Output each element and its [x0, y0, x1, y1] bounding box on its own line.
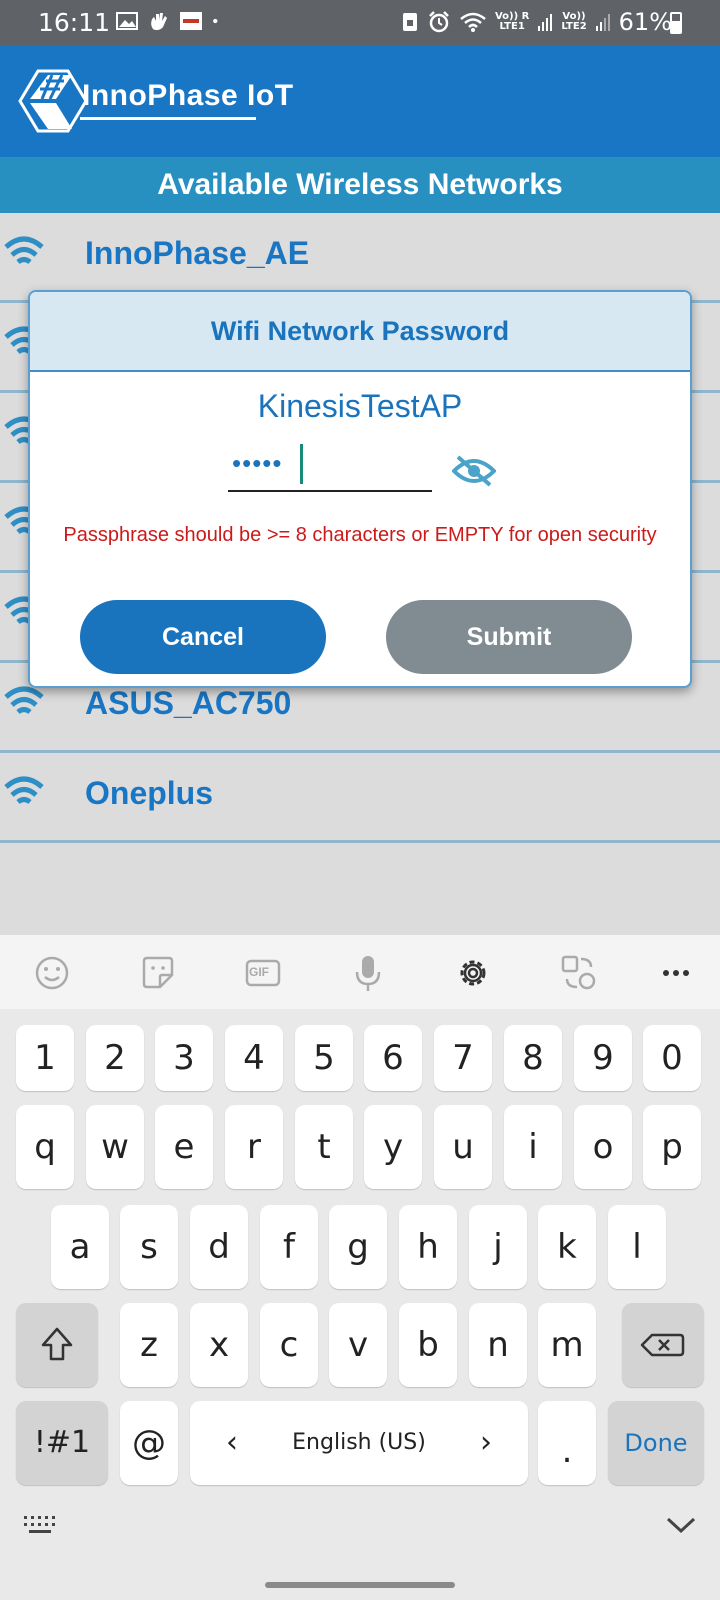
key-w[interactable]: w: [86, 1105, 144, 1189]
password-dialog: Wifi Network Password KinesisTestAP ••••…: [28, 290, 692, 688]
key-r[interactable]: r: [225, 1105, 283, 1189]
app-notification-icon: [180, 12, 202, 30]
at-key[interactable]: @: [120, 1401, 178, 1485]
emoji-icon[interactable]: [32, 953, 72, 993]
dot-icon: [213, 18, 218, 24]
notification-icons: [116, 11, 224, 31]
home-indicator[interactable]: [265, 1582, 455, 1588]
section-title: Available Wireless Networks: [0, 157, 720, 213]
key-v[interactable]: v: [329, 1303, 387, 1387]
key-a[interactable]: a: [51, 1205, 109, 1289]
key-m[interactable]: m: [538, 1303, 596, 1387]
backspace-icon: [640, 1333, 685, 1357]
signal2-icon: [595, 14, 610, 31]
network-name: InnoPhase_AE: [85, 235, 310, 271]
key-o[interactable]: o: [574, 1105, 632, 1189]
settings-icon[interactable]: [453, 953, 493, 993]
keyboard-switch-icon[interactable]: [22, 1513, 58, 1537]
alarm-icon: [429, 11, 449, 33]
key-t[interactable]: t: [295, 1105, 353, 1189]
key-l[interactable]: l: [608, 1205, 666, 1289]
gif-label: GIF: [249, 965, 269, 979]
signal1-icon: [538, 14, 553, 31]
error-message: Passphrase should be >= 8 characters or …: [63, 524, 657, 546]
wifi-status-icon: [460, 12, 486, 32]
done-key[interactable]: Done: [608, 1401, 704, 1485]
space-right-arrow-icon: ›: [480, 1425, 492, 1460]
key-g[interactable]: g: [329, 1205, 387, 1289]
sim1-label: Vo)) R LTE1: [494, 11, 530, 32]
key-c[interactable]: c: [260, 1303, 318, 1387]
keyboard-toolbar: GIF: [0, 935, 720, 1009]
key-j[interactable]: j: [469, 1205, 527, 1289]
system-status-icons: Vo)) R LTE1 Vo)) LTE2 61%: [401, 8, 672, 36]
key-3[interactable]: 3: [155, 1025, 213, 1091]
symbols-key[interactable]: !#1: [16, 1401, 108, 1485]
key-2[interactable]: 2: [86, 1025, 144, 1091]
key-d[interactable]: d: [190, 1205, 248, 1289]
cancel-button[interactable]: Cancel: [80, 600, 326, 674]
password-value: •••••: [232, 448, 283, 478]
password-input[interactable]: •••••: [228, 442, 432, 492]
space-language-label: English (US): [292, 1430, 426, 1455]
hand-wave-icon: [151, 13, 167, 31]
eye-slash-icon[interactable]: [452, 454, 496, 488]
sim2-label: Vo)) LTE2: [561, 11, 587, 32]
period-key[interactable]: .: [538, 1401, 596, 1485]
translate-icon[interactable]: [559, 953, 599, 993]
key-7[interactable]: 7: [434, 1025, 492, 1091]
key-6[interactable]: 6: [364, 1025, 422, 1091]
key-h[interactable]: h: [399, 1205, 457, 1289]
key-b[interactable]: b: [399, 1303, 457, 1387]
dialog-title: Wifi Network Password: [30, 292, 690, 372]
status-bar: 16:11 Vo)) R LTE1 Vo)) LTE2 61%: [0, 0, 720, 45]
backspace-key[interactable]: [622, 1303, 704, 1387]
battery-icon: [670, 12, 682, 34]
key-5[interactable]: 5: [295, 1025, 353, 1091]
gallery-icon: [116, 12, 138, 30]
wifi-icon: [4, 686, 44, 715]
network-name: ASUS_AC750: [85, 685, 292, 721]
submit-button[interactable]: Submit: [386, 600, 632, 674]
wifi-icon: [4, 236, 44, 265]
key-9[interactable]: 9: [574, 1025, 632, 1091]
key-y[interactable]: y: [364, 1105, 422, 1189]
network-item[interactable]: Oneplus: [0, 753, 720, 843]
key-4[interactable]: 4: [225, 1025, 283, 1091]
key-s[interactable]: s: [120, 1205, 178, 1289]
brand-name: InnoPhase IoT: [82, 79, 294, 112]
battery-percent: 61%: [618, 8, 672, 36]
key-8[interactable]: 8: [504, 1025, 562, 1091]
key-1[interactable]: 1: [16, 1025, 74, 1091]
key-k[interactable]: k: [538, 1205, 596, 1289]
key-f[interactable]: f: [260, 1205, 318, 1289]
dialog-ssid: KinesisTestAP: [257, 388, 463, 424]
key-i[interactable]: i: [504, 1105, 562, 1189]
lock-battery-icon: [402, 13, 417, 31]
key-q[interactable]: q: [16, 1105, 74, 1189]
keyboard: GIF 1 2 3 4 5 6 7 8 9 0 q w e r t y u i …: [0, 935, 720, 1600]
hide-keyboard-icon[interactable]: [664, 1513, 698, 1537]
key-e[interactable]: e: [155, 1105, 213, 1189]
key-n[interactable]: n: [469, 1303, 527, 1387]
mic-icon[interactable]: [348, 953, 388, 993]
shift-key[interactable]: [16, 1303, 98, 1387]
key-u[interactable]: u: [434, 1105, 492, 1189]
app-header: InnoPhase IoT: [0, 45, 720, 157]
wifi-icon: [4, 776, 44, 805]
space-key[interactable]: ‹ English (US) ›: [190, 1401, 528, 1485]
network-name: Oneplus: [85, 775, 214, 811]
key-z[interactable]: z: [120, 1303, 178, 1387]
shift-icon: [41, 1327, 73, 1361]
more-icon[interactable]: [656, 953, 696, 993]
text-caret: [300, 444, 303, 484]
key-0[interactable]: 0: [643, 1025, 701, 1091]
key-x[interactable]: x: [190, 1303, 248, 1387]
status-time: 16:11: [38, 8, 111, 37]
sticker-icon[interactable]: [138, 953, 178, 993]
brand-underline: [80, 117, 256, 120]
key-p[interactable]: p: [643, 1105, 701, 1189]
